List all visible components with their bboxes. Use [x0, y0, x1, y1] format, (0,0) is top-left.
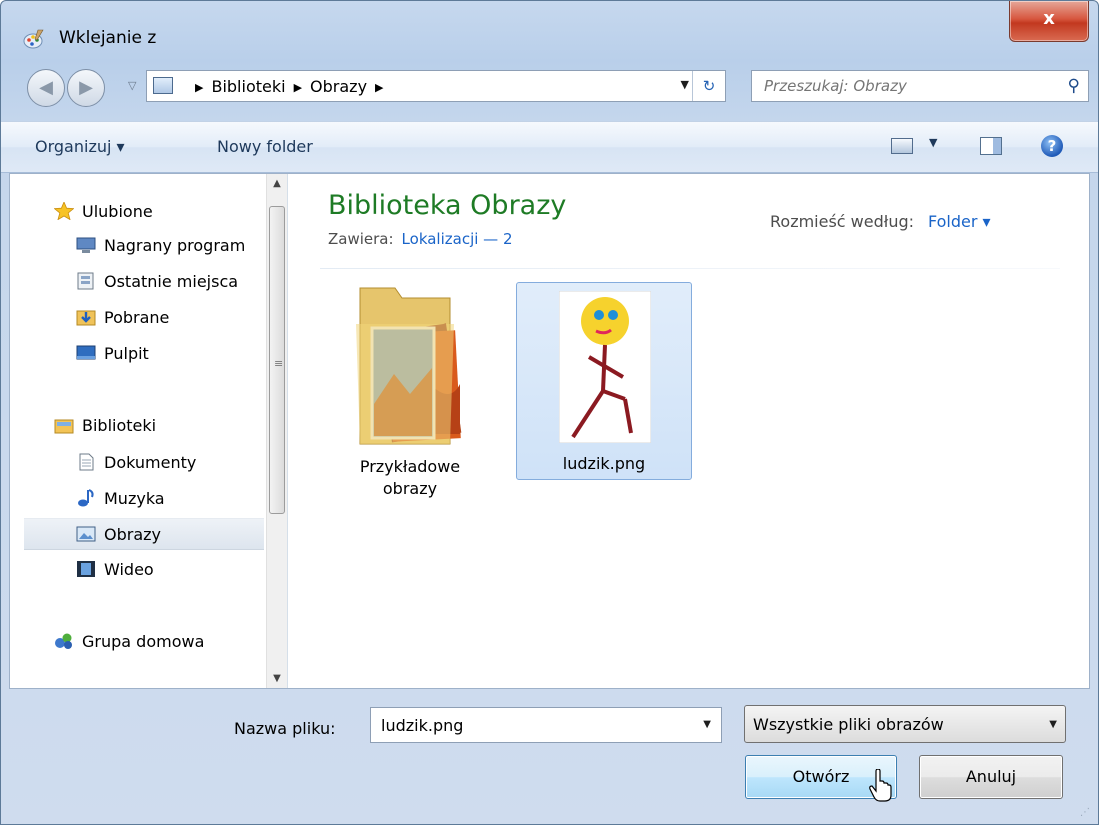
open-file-dialog: Wklejanie z x ◀ ▶ ▽ ▶ Biblioteki ▶ Obrazy ▶ … — [0, 0, 1099, 825]
star-icon — [54, 202, 74, 220]
sidebar-item-downloads[interactable]: Pobrane — [76, 302, 266, 334]
close-icon: x — [1043, 8, 1055, 29]
organize-button[interactable]: Organizuj ▾ — [35, 137, 125, 156]
sidebar-item-label: Nagrany program — [104, 236, 246, 255]
filetype-select[interactable]: Wszystkie pliki obrazów ▼ — [744, 705, 1066, 743]
video-icon — [77, 561, 95, 577]
arrange-by-label: Rozmieść według: — [770, 212, 914, 231]
back-arrow-icon: ◀ — [39, 77, 53, 98]
file-name-label: Przykładowe — [359, 457, 461, 476]
library-title: Biblioteka Obrazy — [328, 190, 567, 221]
includes-label: Zawiera: — [328, 230, 394, 248]
breadcrumb-pictures[interactable]: Obrazy — [310, 77, 367, 96]
sidebar-item-label: Pobrane — [104, 308, 170, 327]
content-area: Ulubione Nagrany program Ostatnie miejsc… — [9, 173, 1090, 689]
view-dropdown-icon[interactable]: ▼ — [929, 136, 937, 149]
cancel-button[interactable]: Anuluj — [919, 755, 1063, 799]
filename-input[interactable] — [379, 715, 683, 736]
breadcrumb-libraries[interactable]: Biblioteki — [211, 77, 285, 96]
new-folder-button[interactable]: Nowy folder — [217, 137, 313, 156]
forward-arrow-icon: ▶ — [79, 77, 93, 98]
homegroup-icon — [55, 633, 72, 649]
address-dropdown-icon[interactable]: ▼ — [681, 78, 689, 91]
folder-icon — [356, 287, 462, 445]
sidebar-item-label: Muzyka — [104, 489, 165, 508]
breadcrumb-separator-icon[interactable]: ▶ — [294, 81, 302, 94]
grip-icon: ≡ — [274, 357, 284, 370]
search-icon[interactable]: ⚲ — [1068, 76, 1080, 96]
mouse-cursor-icon — [869, 769, 892, 802]
sidebar-item-documents[interactable]: Dokumenty — [76, 447, 266, 479]
breadcrumb: ▶ Biblioteki ▶ Obrazy ▶ — [187, 77, 392, 96]
file-list-pane: Biblioteka Obrazy Zawiera: Lokalizacji — … — [300, 174, 1080, 688]
help-icon[interactable]: ? — [1041, 135, 1063, 157]
chevron-down-icon[interactable]: ▼ — [1049, 719, 1057, 730]
chevron-down-icon[interactable]: ▼ — [703, 719, 711, 730]
image-thumbnail — [559, 291, 651, 443]
preview-pane-icon[interactable] — [980, 137, 1002, 155]
recent-places-icon — [77, 272, 94, 290]
desktop-icon — [76, 345, 96, 360]
file-item-folder[interactable]: Przykładowe obrazy — [322, 282, 498, 498]
title-bar: Wklejanie z x — [1, 1, 1098, 49]
change-view-icon[interactable] — [891, 138, 913, 154]
sidebar-scrollbar[interactable]: ▲ ≡ ▼ — [266, 174, 287, 688]
scroll-down-arrow-icon[interactable]: ▼ — [267, 673, 287, 684]
sidebar-item-recent-places[interactable]: Ostatnie miejsca — [76, 266, 266, 298]
resize-grip-icon[interactable]: ⋰ — [1080, 807, 1090, 818]
sidebar-item-label: Biblioteki — [82, 416, 157, 435]
filename-label: Nazwa pliku: — [234, 719, 336, 738]
divider — [320, 268, 1060, 269]
search-box[interactable]: ⚲ — [751, 70, 1089, 102]
sidebar-item-desktop[interactable]: Pulpit — [76, 338, 266, 370]
sidebar-item-label: Ulubione — [82, 202, 153, 221]
sidebar-item-music[interactable]: Muzyka — [76, 483, 266, 515]
libraries-icon — [54, 419, 74, 434]
recent-pages-dropdown-icon[interactable]: ▽ — [128, 79, 136, 92]
document-icon — [79, 453, 94, 471]
pane-splitter[interactable] — [287, 174, 288, 688]
locations-link[interactable]: Lokalizacji — 2 — [402, 230, 513, 248]
sidebar-item-label: Pulpit — [104, 344, 149, 363]
pictures-icon — [76, 526, 96, 542]
navigation-pane: Ulubione Nagrany program Ostatnie miejsc… — [10, 174, 266, 688]
sidebar-item-label: Grupa domowa — [82, 632, 205, 651]
breadcrumb-separator-icon[interactable]: ▶ — [195, 81, 203, 94]
forward-button[interactable]: ▶ — [67, 69, 105, 107]
file-item-image[interactable]: ludzik.png — [516, 282, 692, 480]
sidebar-item-videos[interactable]: Wideo — [76, 554, 266, 586]
back-button[interactable]: ◀ — [27, 69, 65, 107]
scroll-thumb[interactable]: ≡ — [269, 206, 285, 514]
command-toolbar: Organizuj ▾ Nowy folder ▼ ? — [1, 121, 1098, 173]
pictures-library-icon — [153, 77, 173, 94]
arrange-by: Rozmieść według: Folder ▾ — [770, 212, 991, 231]
scroll-up-arrow-icon[interactable]: ▲ — [267, 178, 287, 189]
address-bar[interactable]: ▶ Biblioteki ▶ Obrazy ▶ ▼ ↻ — [146, 70, 726, 102]
sidebar-item-label: Wideo — [104, 560, 154, 579]
downloads-folder-icon — [76, 310, 96, 326]
breadcrumb-separator-icon[interactable]: ▶ — [375, 81, 383, 94]
refresh-icon[interactable]: ↻ — [692, 71, 725, 101]
sidebar-item-label: Obrazy — [104, 525, 161, 544]
navigation-bar: ◀ ▶ ▽ ▶ Biblioteki ▶ Obrazy ▶ ▼ ↻ ⚲ — [1, 65, 1098, 111]
window-title: Wklejanie z — [59, 28, 157, 48]
search-input[interactable] — [762, 76, 1046, 96]
music-note-icon — [78, 489, 94, 507]
filename-combobox[interactable]: ▼ — [370, 707, 722, 743]
library-includes: Zawiera: Lokalizacji — 2 — [328, 230, 513, 248]
sidebar-item-libraries[interactable]: Biblioteki — [54, 410, 266, 442]
filetype-value: Wszystkie pliki obrazów — [753, 715, 944, 734]
sidebar-item-pictures[interactable]: Obrazy — [24, 518, 264, 550]
sidebar-item-label: Ostatnie miejsca — [104, 272, 239, 291]
monitor-icon — [76, 237, 96, 253]
file-name-label: obrazy — [382, 479, 438, 498]
close-button[interactable]: x — [1009, 1, 1089, 42]
sidebar-item-homegroup[interactable]: Grupa domowa — [54, 626, 266, 658]
paint-icon — [23, 29, 44, 49]
arrange-by-dropdown[interactable]: Folder ▾ — [928, 212, 991, 231]
sidebar-item-favorites[interactable]: Ulubione — [54, 196, 266, 228]
sidebar-item-recorded-tv[interactable]: Nagrany program — [76, 230, 266, 262]
file-name-label: ludzik.png — [562, 454, 646, 473]
sidebar-item-label: Dokumenty — [104, 453, 197, 472]
